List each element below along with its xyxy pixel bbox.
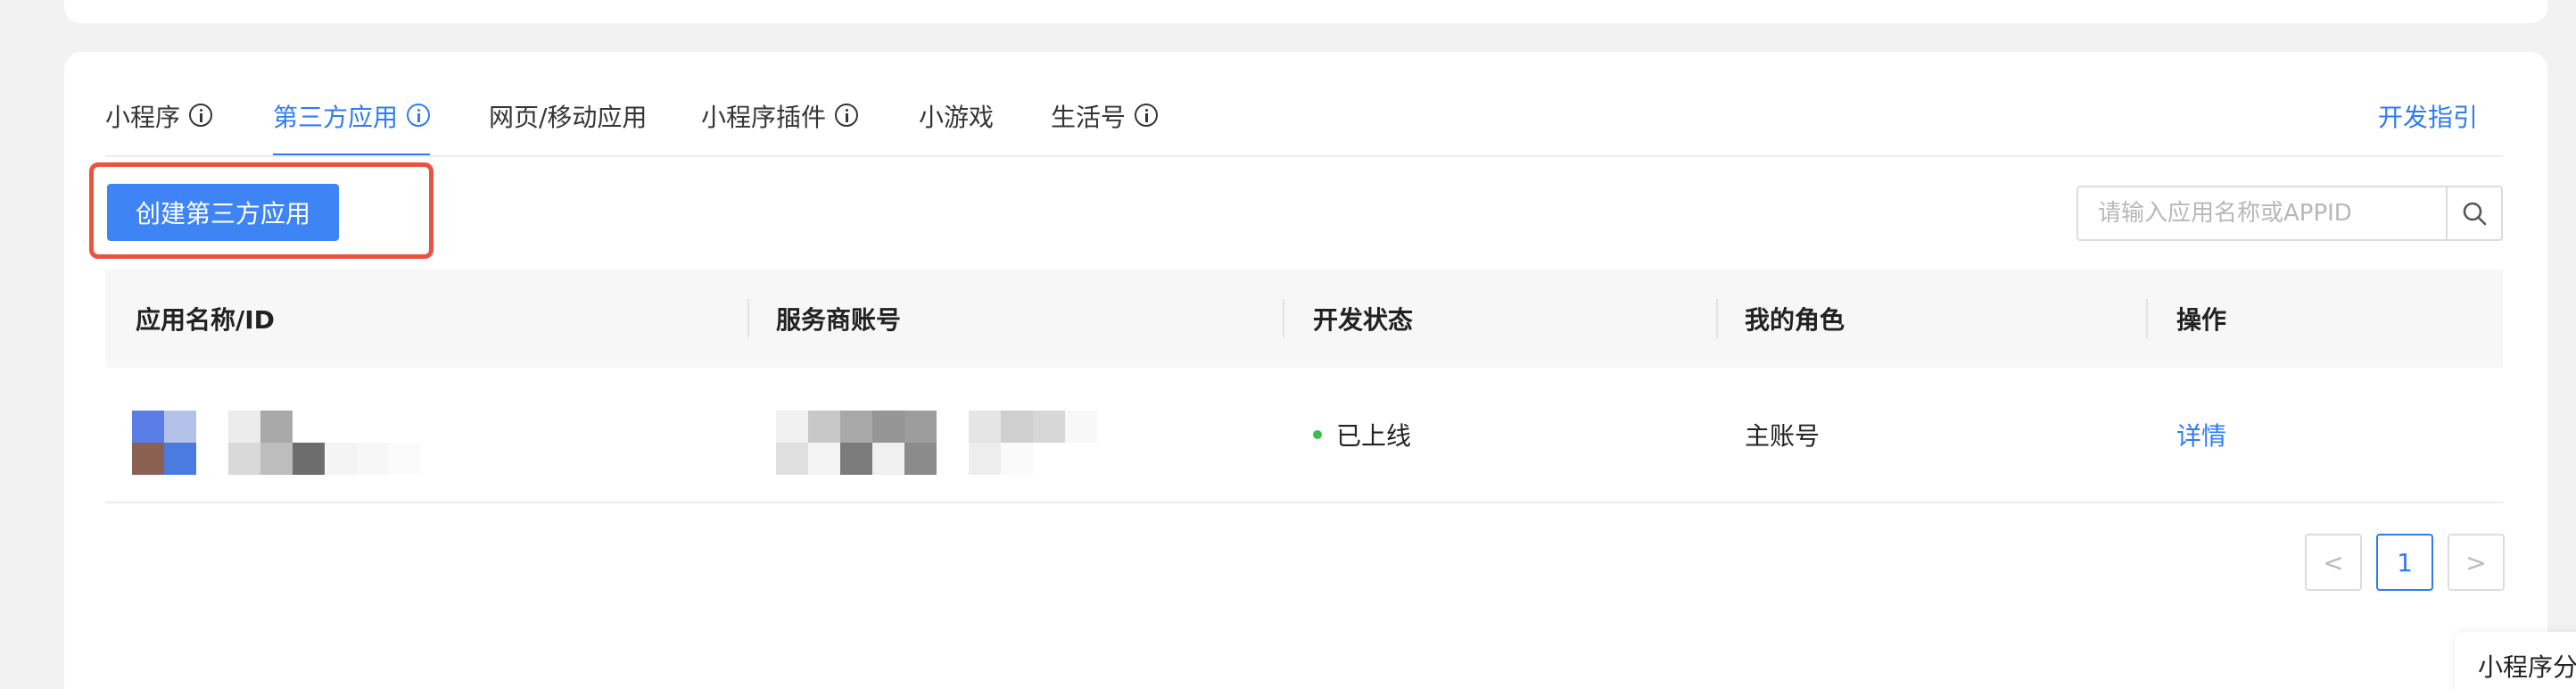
status-online-dot — [1313, 430, 1322, 439]
column-header-action: 操作 — [2176, 305, 2227, 335]
app-icon-redacted — [132, 411, 196, 475]
info-icon[interactable] — [189, 104, 213, 127]
dev-status: 已上线 — [1313, 368, 1411, 502]
column-divider — [2146, 299, 2148, 338]
tab-mini-program-plugin[interactable]: 小程序插件 — [701, 89, 859, 157]
tab-life-account[interactable]: 生活号 — [1051, 89, 1159, 157]
provider-account-redacted — [776, 411, 1097, 475]
tab-divider — [105, 155, 2503, 157]
search-icon — [2463, 202, 2487, 226]
column-header-my-role: 我的角色 — [1745, 305, 1845, 335]
status-text: 已上线 — [1336, 421, 1412, 451]
app-name-redacted — [228, 411, 430, 475]
column-header-app-name: 应用名称/ID — [136, 305, 275, 335]
tab-bar: 小程序 第三方应用 网页/移动应用 小程序插件 小游戏 生活号 — [105, 89, 2503, 157]
search-input[interactable] — [2078, 187, 2446, 239]
tab-label: 小程序 — [105, 103, 181, 132]
column-divider — [1283, 299, 1284, 338]
tab-label: 网页/移动应用 — [489, 103, 648, 132]
tab-third-party-app[interactable]: 第三方应用 — [273, 89, 431, 157]
tab-mini-program[interactable]: 小程序 — [105, 89, 213, 157]
search-box — [2076, 186, 2503, 241]
tab-label: 小程序插件 — [701, 103, 827, 132]
search-button[interactable] — [2446, 187, 2501, 239]
prev-page-button[interactable]: < — [2305, 534, 2362, 591]
tab-label: 生活号 — [1051, 103, 1127, 132]
chevron-left-icon: < — [2323, 547, 2344, 577]
column-divider — [1716, 299, 1718, 338]
info-icon[interactable] — [1135, 104, 1159, 127]
column-header-dev-status: 开发状态 — [1313, 305, 1414, 335]
column-divider — [747, 299, 749, 338]
floating-mini-program-tag[interactable]: 小程序分 — [2455, 632, 2576, 689]
tab-label: 小游戏 — [919, 103, 995, 132]
next-page-button[interactable]: > — [2448, 534, 2505, 591]
info-icon[interactable] — [835, 104, 859, 127]
detail-link[interactable]: 详情 — [2176, 368, 2226, 502]
table-row: 已上线 主账号 详情 — [105, 368, 2503, 503]
my-role: 主账号 — [1745, 421, 1821, 451]
tab-label: 第三方应用 — [273, 103, 399, 132]
chevron-right-icon: > — [2465, 547, 2487, 577]
tab-mini-game[interactable]: 小游戏 — [919, 89, 994, 157]
create-third-party-app-button[interactable]: 创建第三方应用 — [107, 184, 339, 241]
dev-guide-link[interactable]: 开发指引 — [2378, 98, 2478, 134]
tab-web-mobile-app[interactable]: 网页/移动应用 — [489, 89, 647, 157]
top-card — [64, 0, 2547, 23]
page-number-button[interactable]: 1 — [2376, 534, 2433, 591]
column-header-provider-account: 服务商账号 — [776, 305, 902, 335]
table-header: 应用名称/ID 服务商账号 开发状态 我的角色 操作 — [105, 270, 2503, 368]
info-icon[interactable] — [407, 104, 431, 127]
